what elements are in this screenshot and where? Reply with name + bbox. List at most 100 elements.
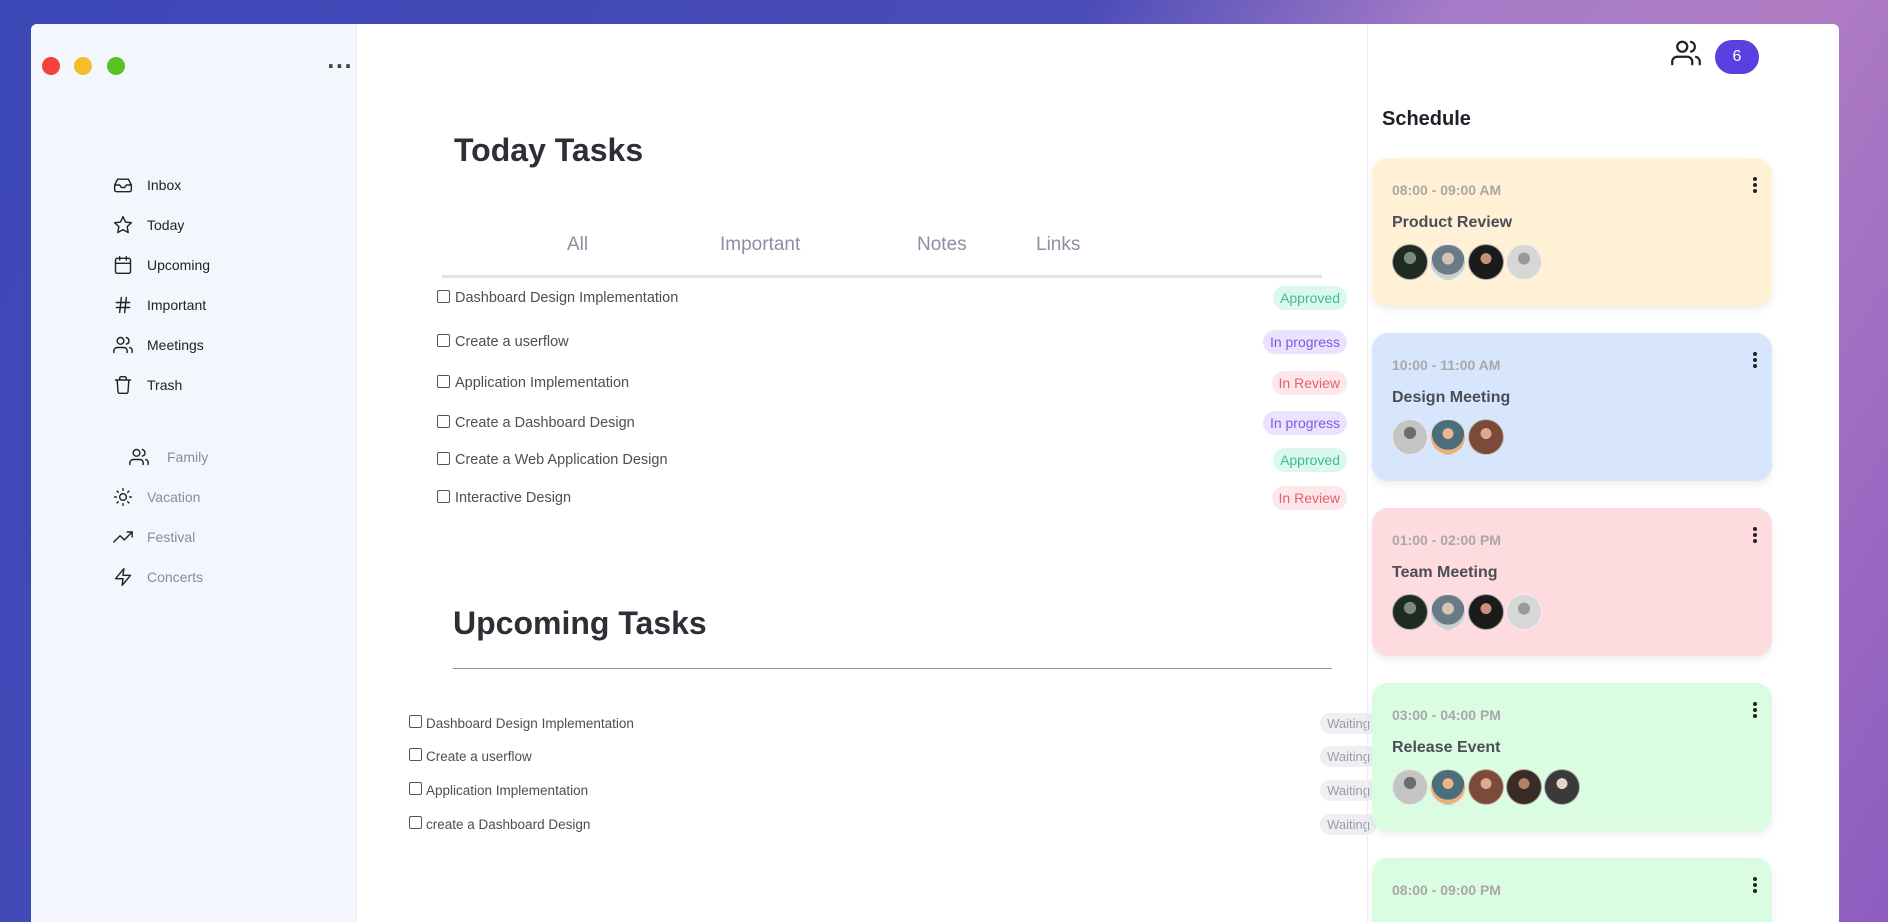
kebab-menu-icon[interactable] <box>1752 876 1758 894</box>
calendar-icon <box>111 253 135 277</box>
task-checkbox[interactable] <box>437 451 450 465</box>
avatar <box>1506 769 1542 805</box>
task-label: Application Implementation <box>426 782 589 798</box>
avatar <box>1468 419 1504 455</box>
attendee-avatars <box>1392 419 1506 455</box>
sidebar-item-important[interactable]: Important <box>111 293 206 317</box>
task-row: Create a userflow In progress <box>437 329 1347 355</box>
task-checkbox[interactable] <box>437 414 450 428</box>
avatar <box>1392 419 1428 455</box>
upcoming-tasks-title: Upcoming Tasks <box>453 605 707 641</box>
event-title: Release Event <box>1392 739 1501 756</box>
sidebar-item-label: Important <box>147 297 207 313</box>
schedule-card[interactable]: 08:00 - 09:00 PM <box>1372 858 1772 922</box>
task-label: Create a userflow <box>455 334 569 350</box>
task-checkbox[interactable] <box>437 374 450 388</box>
sidebar-item-meetings[interactable]: Meetings <box>111 333 204 357</box>
upcoming-task-row: Dashboard Design Implementation Waiting <box>409 712 1377 734</box>
task-row: Create a Web Application Design Approved <box>437 447 1347 473</box>
sidebar-item-vacation[interactable]: Vacation <box>111 485 200 509</box>
event-title: Design Meeting <box>1392 389 1511 406</box>
schedule-card[interactable]: 03:00 - 04:00 PM Release Event <box>1372 683 1772 831</box>
kebab-menu-icon[interactable] <box>1752 526 1758 544</box>
status-badge: In Review <box>1271 486 1347 510</box>
status-badge: Approved <box>1273 448 1347 472</box>
avatar <box>1392 769 1428 805</box>
task-label: Application Implementation <box>455 375 630 391</box>
task-tabs: All Important Notes Links <box>442 212 1322 282</box>
trash-icon <box>111 373 135 397</box>
users-icon <box>111 333 135 357</box>
sidebar-item-label: Concerts <box>147 569 204 585</box>
hash-icon <box>111 293 135 317</box>
sidebar-item-label: Family <box>167 449 209 465</box>
tab-all[interactable]: All <box>567 234 588 256</box>
task-checkbox[interactable] <box>409 714 422 728</box>
today-tasks-title: Today Tasks <box>454 132 644 168</box>
sidebar-item-upcoming[interactable]: Upcoming <box>111 253 210 277</box>
attendee-avatars <box>1392 769 1582 805</box>
tab-links[interactable]: Links <box>1036 234 1080 256</box>
kebab-menu-icon[interactable] <box>1752 701 1758 719</box>
task-label: Create a Web Application Design <box>455 452 668 468</box>
tab-notes[interactable]: Notes <box>917 234 967 256</box>
sidebar-item-label: Festival <box>147 529 196 545</box>
sidebar-item-label: Today <box>147 217 185 233</box>
task-checkbox[interactable] <box>437 489 450 503</box>
avatar <box>1506 244 1542 280</box>
task-label: Create a userflow <box>426 748 532 764</box>
sidebar: ··· Inbox Today Upcoming Important Meeti… <box>31 24 357 922</box>
status-badge: In Review <box>1271 371 1347 395</box>
team-users-icon[interactable] <box>1671 38 1701 68</box>
trending-up-icon <box>111 525 135 549</box>
task-checkbox[interactable] <box>437 289 450 303</box>
kebab-menu-icon[interactable] <box>1752 176 1758 194</box>
maximize-window-button[interactable] <box>107 57 125 75</box>
schedule-card[interactable]: 10:00 - 11:00 AM Design Meeting <box>1372 333 1772 481</box>
task-label: Dashboard Design Implementation <box>455 290 679 306</box>
event-title: Product Review <box>1392 214 1513 231</box>
sidebar-item-label: Inbox <box>147 177 182 193</box>
task-checkbox[interactable] <box>437 333 450 347</box>
avatar <box>1430 419 1466 455</box>
schedule-card[interactable]: 08:00 - 09:00 AM Product Review <box>1372 158 1772 306</box>
sidebar-item-today[interactable]: Today <box>111 213 184 237</box>
event-time: 08:00 - 09:00 PM <box>1392 882 1501 898</box>
sun-icon <box>111 485 135 509</box>
minimize-window-button[interactable] <box>74 57 92 75</box>
upcoming-task-row: create a Dashboard Design Waiting <box>409 813 1377 835</box>
avatar <box>1544 769 1580 805</box>
event-time: 03:00 - 04:00 PM <box>1392 707 1501 723</box>
sidebar-item-label: Vacation <box>147 489 201 505</box>
task-checkbox[interactable] <box>409 781 422 795</box>
task-checkbox[interactable] <box>409 815 422 829</box>
inbox-icon <box>111 173 135 197</box>
sidebar-item-festival[interactable]: Festival <box>111 525 195 549</box>
task-row: Dashboard Design Implementation Approved <box>437 285 1347 311</box>
upcoming-task-row: Create a userflow Waiting <box>409 745 1377 767</box>
avatar <box>1430 244 1466 280</box>
sidebar-item-label: Upcoming <box>147 257 211 273</box>
sidebar-item-inbox[interactable]: Inbox <box>111 173 181 197</box>
upcoming-task-row: Application Implementation Waiting <box>409 779 1377 801</box>
sidebar-item-concerts[interactable]: Concerts <box>111 565 203 589</box>
kebab-menu-icon[interactable] <box>1752 351 1758 369</box>
more-options-icon[interactable]: ··· <box>327 54 353 78</box>
avatar <box>1430 594 1466 630</box>
schedule-card[interactable]: 01:00 - 02:00 PM Team Meeting <box>1372 508 1772 656</box>
avatar <box>1392 594 1428 630</box>
task-checkbox[interactable] <box>409 747 422 761</box>
close-window-button[interactable] <box>42 57 60 75</box>
users-icon <box>127 445 151 469</box>
attendee-avatars <box>1392 244 1544 280</box>
task-label: create a Dashboard Design <box>426 816 591 832</box>
tab-important[interactable]: Important <box>720 234 800 256</box>
task-label: Create a Dashboard Design <box>455 415 635 431</box>
notification-badge[interactable]: 6 <box>1715 40 1759 74</box>
sidebar-item-family[interactable]: Family <box>127 445 208 469</box>
sidebar-item-label: Trash <box>147 377 183 393</box>
avatar <box>1392 244 1428 280</box>
status-badge: In progress <box>1262 411 1347 435</box>
schedule-title: Schedule <box>1382 108 1471 130</box>
sidebar-item-trash[interactable]: Trash <box>111 373 182 397</box>
